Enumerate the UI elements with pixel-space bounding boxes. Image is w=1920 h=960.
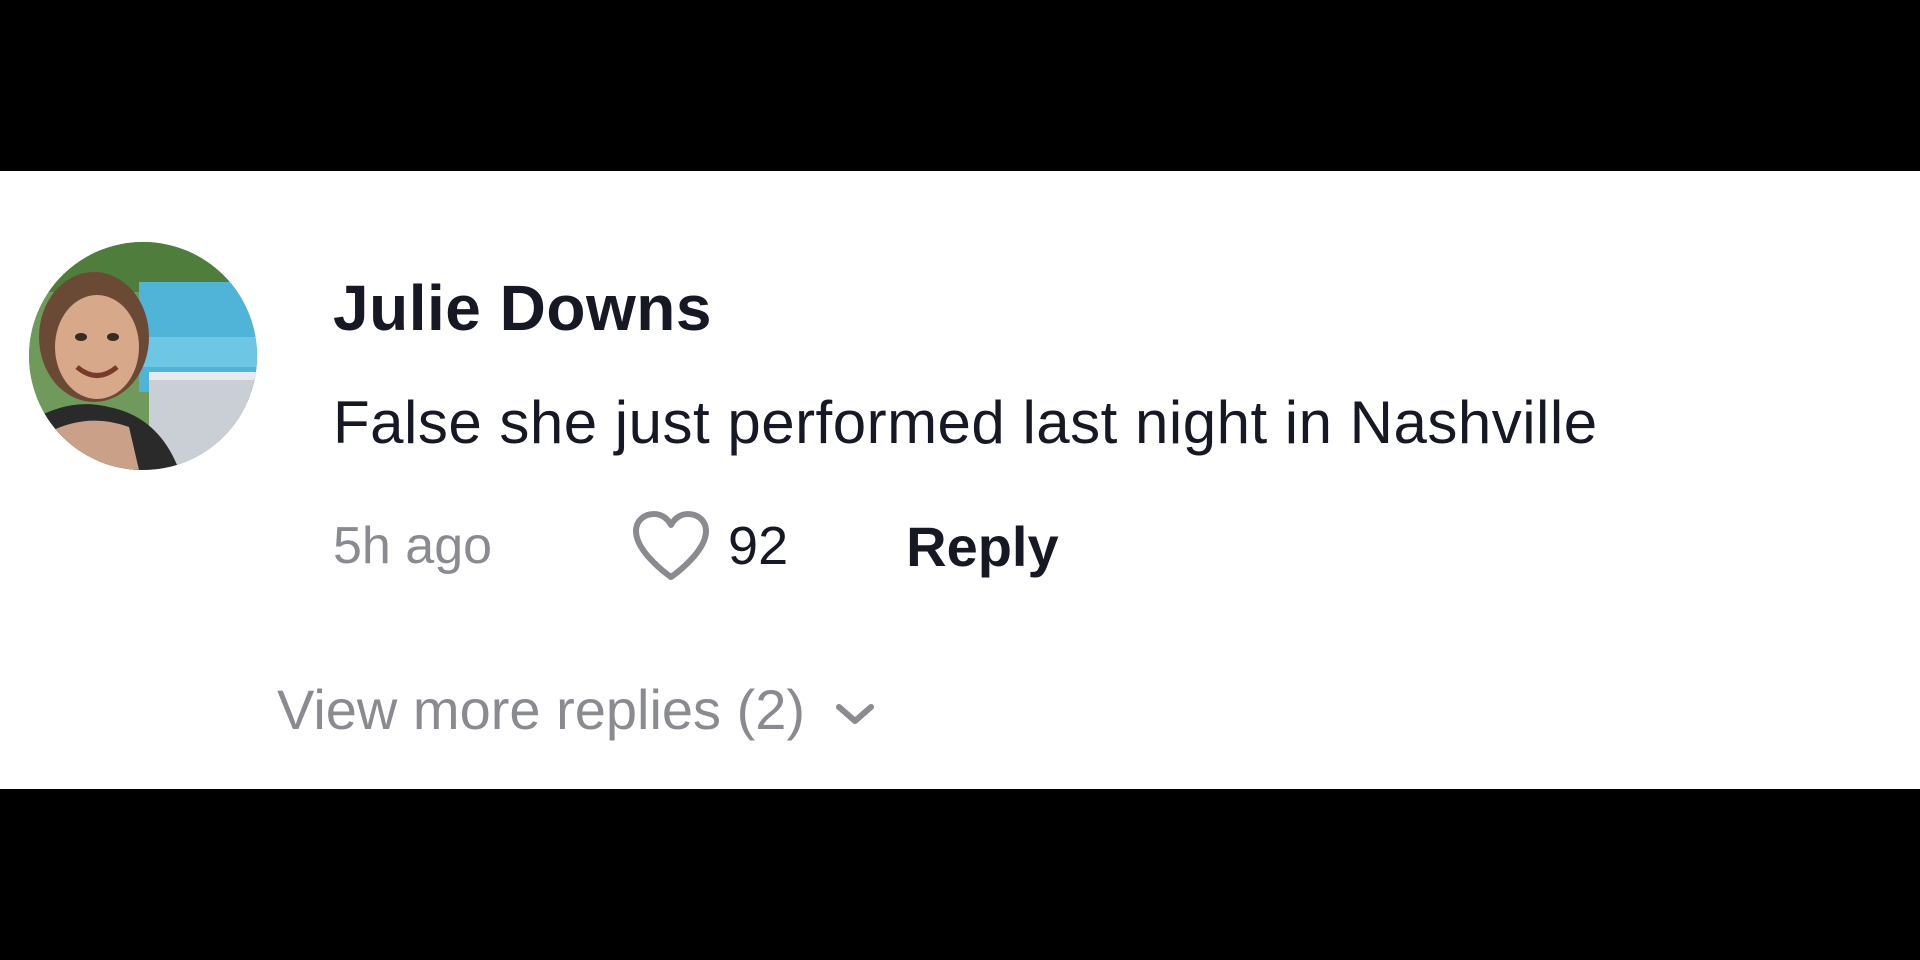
like-button[interactable]: 92 bbox=[630, 509, 788, 583]
avatar-photo-icon bbox=[29, 242, 257, 470]
view-more-replies-label: View more replies (2) bbox=[277, 678, 806, 741]
reply-button[interactable]: Reply bbox=[906, 514, 1059, 579]
comment-username[interactable]: Julie Downs bbox=[333, 271, 712, 345]
letterbox-bottom bbox=[0, 789, 1920, 960]
comment-meta-row: 5h ago 92 Reply bbox=[333, 506, 1059, 586]
view-more-replies-button[interactable]: View more replies (2) bbox=[277, 677, 877, 742]
comment-timestamp: 5h ago bbox=[333, 517, 493, 575]
chevron-down-icon bbox=[836, 703, 875, 724]
comment-panel: Julie Downs False she just performed las… bbox=[0, 171, 1920, 789]
comment-text: False she just performed last night in N… bbox=[333, 389, 1598, 456]
avatar[interactable] bbox=[29, 242, 257, 470]
heart-icon[interactable] bbox=[630, 509, 712, 583]
letterbox-top bbox=[0, 0, 1920, 171]
like-count: 92 bbox=[728, 516, 789, 576]
